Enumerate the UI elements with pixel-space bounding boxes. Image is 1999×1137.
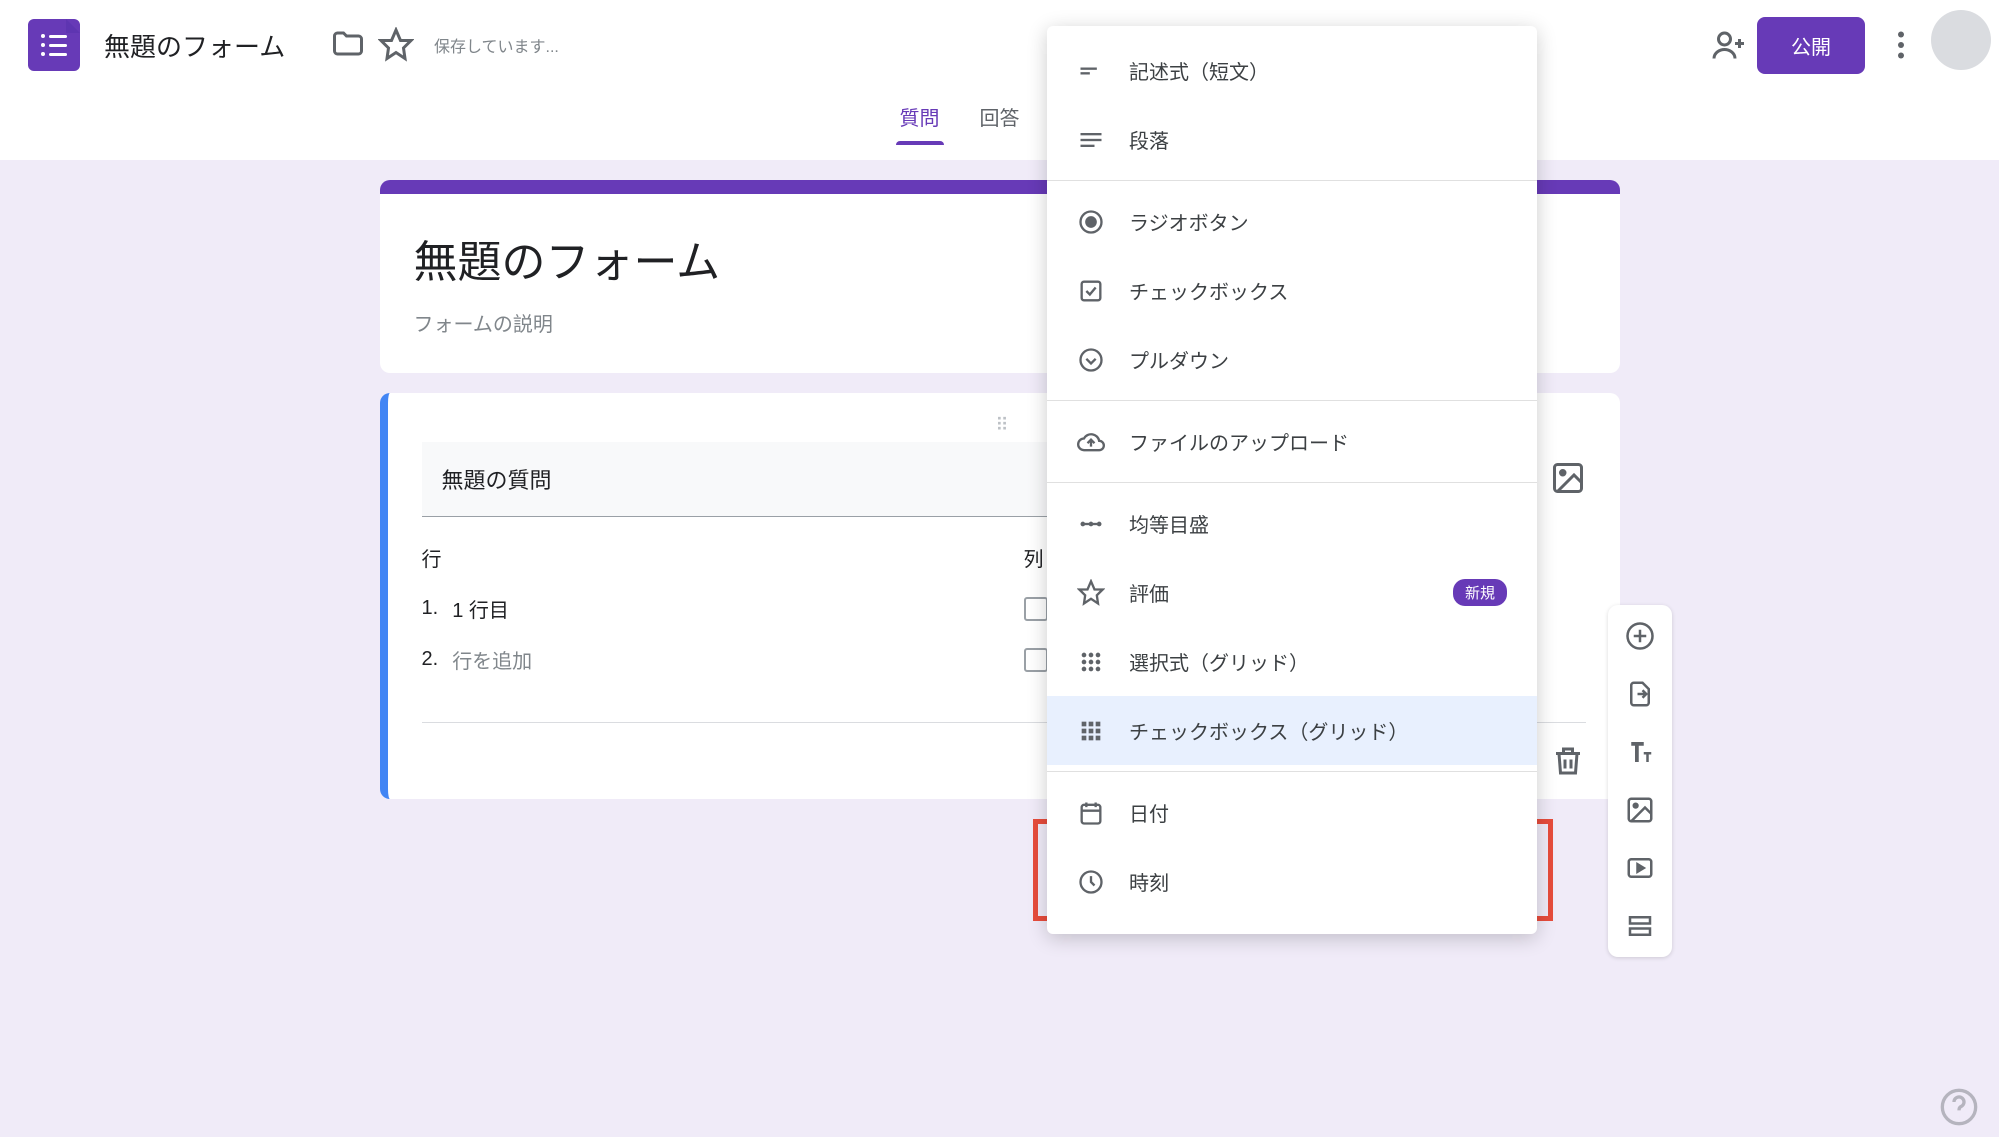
menu-file-upload[interactable]: ファイルのアップロード xyxy=(1047,407,1537,476)
menu-label: ファイルのアップロード xyxy=(1129,427,1349,456)
menu-short-answer[interactable]: 記述式（短文） xyxy=(1047,36,1537,105)
grid-squares-icon xyxy=(1077,717,1105,745)
menu-checkbox-grid[interactable]: チェックボックス（グリッド） xyxy=(1047,696,1537,765)
more-options-icon[interactable] xyxy=(1883,27,1919,63)
new-badge: 新規 xyxy=(1453,579,1507,606)
add-row-label[interactable]: 行を追加 xyxy=(452,645,532,674)
save-status-text: 保存しています... xyxy=(434,33,559,57)
radio-icon xyxy=(1077,208,1105,236)
star-icon[interactable] xyxy=(378,27,414,63)
import-questions-icon[interactable] xyxy=(1625,679,1655,709)
row-number: 2. xyxy=(422,648,439,671)
form-canvas: 無題のフォーム フォームの説明 ⠿ 行 1. 1 行目 xyxy=(0,160,1999,799)
add-collaborator-icon[interactable] xyxy=(1711,27,1747,63)
forms-app-icon[interactable] xyxy=(28,19,80,71)
menu-multiple-choice-grid[interactable]: 選択式（グリッド） xyxy=(1047,627,1537,696)
dropdown-icon xyxy=(1077,346,1105,374)
menu-paragraph[interactable]: 段落 xyxy=(1047,105,1537,174)
menu-label: 時刻 xyxy=(1129,867,1169,896)
header: 保存しています... 公開 質問 回答 設定 xyxy=(0,0,1999,160)
checkbox-icon xyxy=(1077,277,1105,305)
menu-label: 記述式（短文） xyxy=(1129,56,1269,85)
upload-icon xyxy=(1077,428,1105,456)
row-label[interactable]: 1 行目 xyxy=(452,594,509,623)
help-icon[interactable] xyxy=(1939,1087,1979,1127)
account-avatar[interactable] xyxy=(1931,10,1991,70)
linear-scale-icon xyxy=(1077,510,1105,538)
header-tabs: 質問 回答 設定 xyxy=(0,90,1999,145)
menu-label: 評価 xyxy=(1129,578,1169,607)
question-type-menu: 記述式（短文） 段落 ラジオボタン チェックボックス プルダウン ファイルのアッ… xyxy=(1047,26,1537,934)
add-video-icon[interactable] xyxy=(1625,853,1655,883)
menu-label: ラジオボタン xyxy=(1129,207,1249,236)
side-toolbar xyxy=(1608,605,1672,957)
menu-label: 均等目盛 xyxy=(1129,509,1209,538)
checkbox-empty-icon xyxy=(1024,597,1048,621)
grid-row-add[interactable]: 2. 行を追加 xyxy=(422,645,984,674)
checkbox-empty-icon xyxy=(1024,648,1048,672)
rating-star-icon xyxy=(1077,579,1105,607)
add-image-section-icon[interactable] xyxy=(1625,795,1655,825)
menu-label: 日付 xyxy=(1129,798,1169,827)
grid-row[interactable]: 1. 1 行目 xyxy=(422,594,984,623)
menu-label: チェックボックス xyxy=(1129,276,1288,305)
menu-label: 段落 xyxy=(1129,125,1169,154)
delete-icon[interactable] xyxy=(1550,743,1586,779)
menu-dropdown[interactable]: プルダウン xyxy=(1047,325,1537,394)
menu-separator xyxy=(1047,400,1537,401)
add-question-icon[interactable] xyxy=(1625,621,1655,651)
menu-separator xyxy=(1047,771,1537,772)
menu-label: チェックボックス（グリッド） xyxy=(1129,716,1408,745)
add-title-icon[interactable] xyxy=(1625,737,1655,767)
tab-responses[interactable]: 回答 xyxy=(976,90,1024,145)
form-title-input[interactable] xyxy=(104,30,324,61)
menu-radio[interactable]: ラジオボタン xyxy=(1047,187,1537,256)
menu-date[interactable]: 日付 xyxy=(1047,778,1537,847)
short-answer-icon xyxy=(1077,57,1105,85)
move-to-folder-icon[interactable] xyxy=(330,27,366,63)
add-section-icon[interactable] xyxy=(1625,911,1655,941)
paragraph-icon xyxy=(1077,126,1105,154)
date-icon xyxy=(1077,799,1105,827)
menu-time[interactable]: 時刻 xyxy=(1047,847,1537,916)
publish-button[interactable]: 公開 xyxy=(1757,17,1865,74)
time-icon xyxy=(1077,868,1105,896)
menu-separator xyxy=(1047,482,1537,483)
menu-linear-scale[interactable]: 均等目盛 xyxy=(1047,489,1537,558)
menu-label: 選択式（グリッド） xyxy=(1129,647,1309,676)
menu-checkbox[interactable]: チェックボックス xyxy=(1047,256,1537,325)
menu-label: プルダウン xyxy=(1129,345,1229,374)
grid-dots-icon xyxy=(1077,648,1105,676)
menu-separator xyxy=(1047,180,1537,181)
add-image-icon[interactable] xyxy=(1550,460,1586,496)
menu-rating[interactable]: 評価 新規 xyxy=(1047,558,1537,627)
row-number: 1. xyxy=(422,597,439,620)
rows-header: 行 xyxy=(422,543,984,572)
header-top-row: 保存しています... 公開 xyxy=(0,0,1999,90)
tab-questions[interactable]: 質問 xyxy=(896,90,944,145)
